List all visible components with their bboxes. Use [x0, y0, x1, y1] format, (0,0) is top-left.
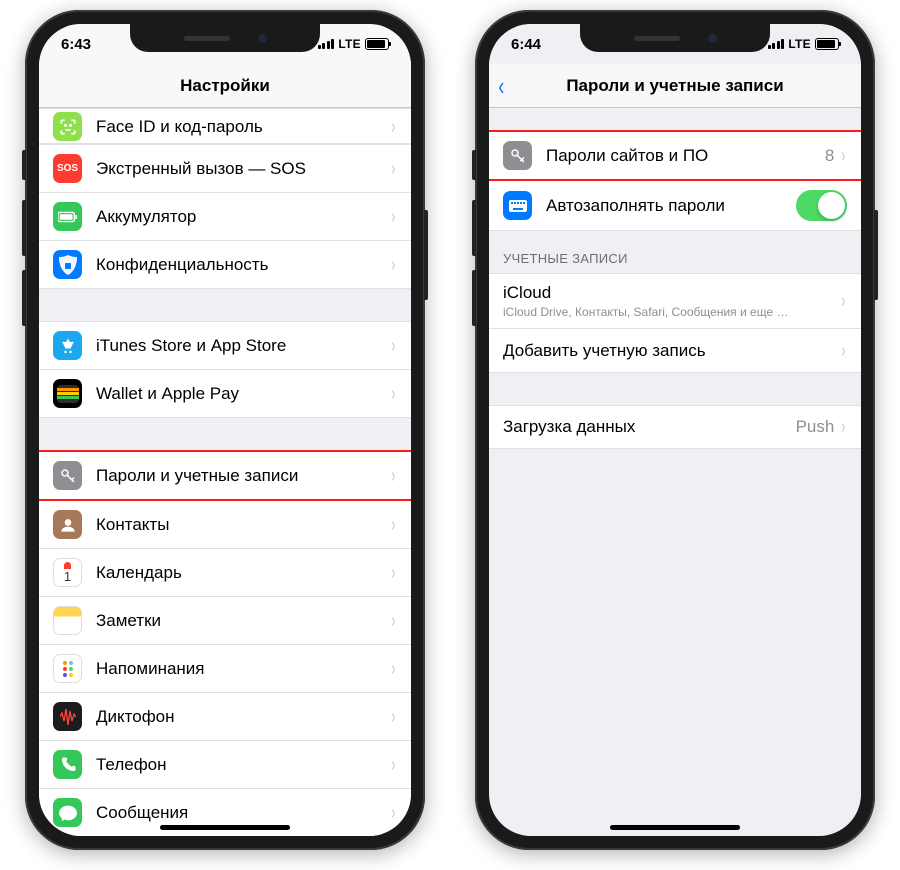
settings-list[interactable]: Face ID и код-пароль›SOSЭкстренный вызов… [39, 108, 411, 836]
chevron-right-icon: › [392, 563, 396, 583]
autofill-toggle[interactable] [796, 190, 847, 221]
cal-icon: 1 [53, 558, 82, 587]
priv-icon [53, 250, 82, 279]
chevron-right-icon: › [392, 611, 396, 631]
chevron-right-icon: › [842, 291, 846, 311]
row-label: Экстренный вызов — SOS [96, 159, 390, 179]
row-cont[interactable]: Контакты› [39, 501, 411, 549]
row-label: Заметки [96, 611, 390, 631]
home-indicator[interactable] [610, 825, 740, 830]
row-icloud-account[interactable]: iCloud iCloud Drive, Контакты, Safari, С… [489, 273, 861, 329]
row-label: Загрузка данных [503, 417, 796, 437]
row-voice[interactable]: Диктофон› [39, 693, 411, 741]
chevron-right-icon: › [392, 207, 396, 227]
section-header-accounts: УЧЕТНЫЕ ЗАПИСИ [489, 231, 861, 273]
row-label: Календарь [96, 563, 390, 583]
face-icon [53, 112, 82, 141]
row-label: Пароли сайтов и ПО [546, 146, 825, 166]
carrier-label: LTE [788, 37, 811, 51]
row-sos[interactable]: SOS Экстренный вызов — SOS› [39, 144, 411, 193]
chevron-right-icon: › [392, 515, 396, 535]
chevron-right-icon: › [392, 803, 396, 823]
page-title: Настройки [180, 76, 270, 96]
row-wallet[interactable]: Wallet и Apple Pay› [39, 370, 411, 418]
row-add-account[interactable]: Добавить учетную запись › [489, 329, 861, 373]
chevron-right-icon: › [842, 146, 846, 166]
key-icon [503, 141, 532, 170]
row-notes[interactable]: Заметки› [39, 597, 411, 645]
battery-icon [365, 38, 389, 50]
row-store[interactable]: iTunes Store и App Store› [39, 321, 411, 370]
row-label: Face ID и код-пароль [96, 117, 390, 137]
row-label: iCloud [503, 283, 840, 303]
passwords-accounts-list[interactable]: Пароли сайтов и ПО 8 › Автозаполнять пар… [489, 108, 861, 836]
chevron-right-icon: › [392, 466, 396, 486]
row-fetch-data[interactable]: Загрузка данных Push › [489, 405, 861, 449]
row-label: Wallet и Apple Pay [96, 384, 390, 404]
chevron-right-icon: › [392, 755, 396, 775]
home-indicator[interactable] [160, 825, 290, 830]
chevron-left-icon: ‹ [498, 73, 504, 99]
row-priv[interactable]: Конфиденциальность› [39, 241, 411, 289]
row-label: Диктофон [96, 707, 390, 727]
store-icon [53, 331, 82, 360]
nav-bar: ‹ Пароли и учетные записи [489, 64, 861, 108]
sos-icon: SOS [53, 154, 82, 183]
notes-icon [53, 606, 82, 635]
row-label: Телефон [96, 755, 390, 775]
battery-icon [815, 38, 839, 50]
batt-icon [53, 202, 82, 231]
status-time: 6:43 [61, 36, 91, 53]
back-button[interactable]: ‹ [497, 64, 506, 107]
row-label: Аккумулятор [96, 207, 390, 227]
notch [130, 24, 320, 52]
row-label: Конфиденциальность [96, 255, 390, 275]
nav-bar: Настройки [39, 64, 411, 108]
row-rem[interactable]: Напоминания› [39, 645, 411, 693]
chevron-right-icon: › [392, 255, 396, 275]
chevron-right-icon: › [842, 341, 846, 361]
row-label: Автозаполнять пароли [546, 196, 796, 216]
voice-icon [53, 702, 82, 731]
row-phone[interactable]: Телефон› [39, 741, 411, 789]
phone-right: 6:44 LTE ‹ Пароли и учетные записи Парол… [475, 10, 875, 850]
chevron-right-icon: › [392, 336, 396, 356]
signal-icon [768, 39, 785, 49]
row-label: Добавить учетную запись [503, 341, 840, 361]
chevron-right-icon: › [392, 707, 396, 727]
chevron-right-icon: › [392, 384, 396, 404]
row-batt[interactable]: Аккумулятор› [39, 193, 411, 241]
rem-icon [53, 654, 82, 683]
signal-icon [318, 39, 335, 49]
row-keys[interactable]: Пароли и учетные записи› [39, 450, 411, 501]
carrier-label: LTE [338, 37, 361, 51]
chevron-right-icon: › [392, 659, 396, 679]
chevron-right-icon: › [842, 417, 846, 437]
notch [580, 24, 770, 52]
page-title: Пароли и учетные записи [566, 76, 783, 96]
chevron-right-icon: › [392, 159, 396, 179]
row-label: Пароли и учетные записи [96, 466, 390, 486]
wallet-icon [53, 379, 82, 408]
row-detail: Push [796, 417, 835, 437]
cont-icon [53, 510, 82, 539]
phone-icon [53, 750, 82, 779]
row-cal[interactable]: 1 Календарь› [39, 549, 411, 597]
row-face[interactable]: Face ID и код-пароль› [39, 108, 411, 144]
row-label: Сообщения [96, 803, 390, 823]
chevron-right-icon: › [392, 117, 396, 137]
keys-icon [53, 461, 82, 490]
row-label: Напоминания [96, 659, 390, 679]
keyboard-icon [503, 191, 532, 220]
row-label: iTunes Store и App Store [96, 336, 390, 356]
row-site-passwords[interactable]: Пароли сайтов и ПО 8 › [489, 130, 861, 181]
row-sublabel: iCloud Drive, Контакты, Safari, Сообщени… [503, 305, 793, 319]
status-time: 6:44 [511, 36, 541, 53]
row-label: Контакты [96, 515, 390, 535]
msg-icon [53, 798, 82, 827]
row-detail: 8 [825, 146, 834, 166]
phone-left: 6:43 LTE Настройки Face ID и код-пароль›… [25, 10, 425, 850]
row-autofill[interactable]: Автозаполнять пароли [489, 181, 861, 231]
